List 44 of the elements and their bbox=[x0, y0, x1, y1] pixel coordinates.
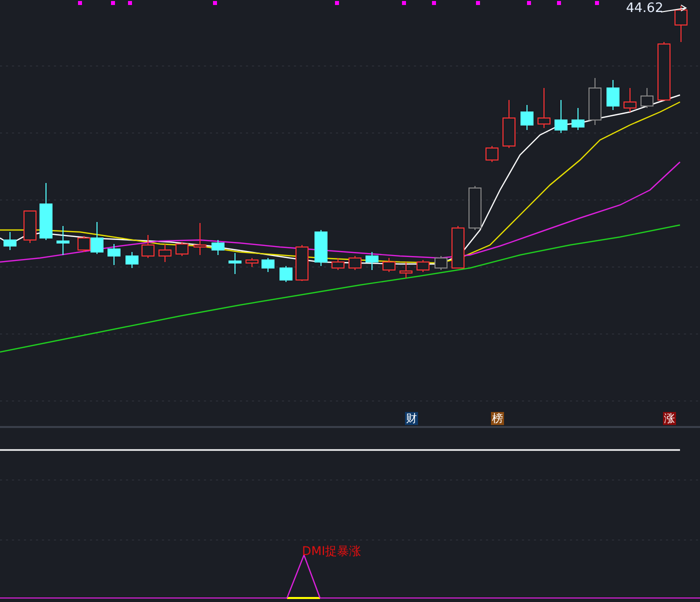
candlestick bbox=[674, 6, 688, 42]
candlestick bbox=[158, 244, 172, 262]
candlestick bbox=[538, 88, 550, 128]
candlestick bbox=[40, 182, 52, 240]
candlestick bbox=[452, 226, 464, 268]
candlestick bbox=[572, 108, 584, 130]
candlestick bbox=[296, 244, 308, 282]
event-badge: 财 bbox=[405, 412, 418, 425]
candlestick bbox=[554, 100, 568, 134]
candlestick bbox=[228, 252, 242, 274]
candlestick bbox=[434, 256, 448, 270]
candlestick bbox=[212, 240, 224, 256]
candlestick bbox=[176, 242, 188, 256]
candlestick bbox=[468, 186, 482, 230]
candlestick bbox=[108, 244, 120, 266]
candlestick bbox=[56, 226, 70, 256]
candlestick bbox=[520, 104, 534, 130]
candlestick bbox=[4, 232, 16, 250]
signal-label: DMI捉暴涨 bbox=[302, 543, 362, 560]
candlestick bbox=[348, 256, 362, 270]
candlestick bbox=[314, 230, 328, 266]
arrow-icon bbox=[660, 4, 687, 12]
candlestick bbox=[416, 260, 430, 272]
price-label: 44.62 bbox=[626, 1, 664, 16]
candlestick bbox=[486, 146, 498, 162]
candlestick bbox=[126, 252, 138, 268]
candlestick bbox=[24, 210, 36, 244]
candlestick bbox=[502, 100, 516, 148]
candlestick bbox=[262, 258, 274, 272]
candlestick bbox=[588, 78, 602, 126]
event-badge: 涨 bbox=[663, 412, 676, 425]
candlestick bbox=[382, 258, 396, 272]
candlestick bbox=[194, 222, 206, 256]
candlestick bbox=[246, 258, 258, 268]
candlestick bbox=[280, 266, 292, 282]
candlestick bbox=[332, 258, 344, 270]
candlestick bbox=[142, 234, 154, 258]
candlestick bbox=[400, 262, 412, 278]
event-badge: 榜 bbox=[491, 412, 504, 425]
candlestick bbox=[366, 252, 378, 270]
candlestick bbox=[606, 80, 620, 110]
candlestick bbox=[640, 88, 654, 108]
candlestick bbox=[624, 88, 636, 112]
candlestick bbox=[658, 42, 670, 100]
